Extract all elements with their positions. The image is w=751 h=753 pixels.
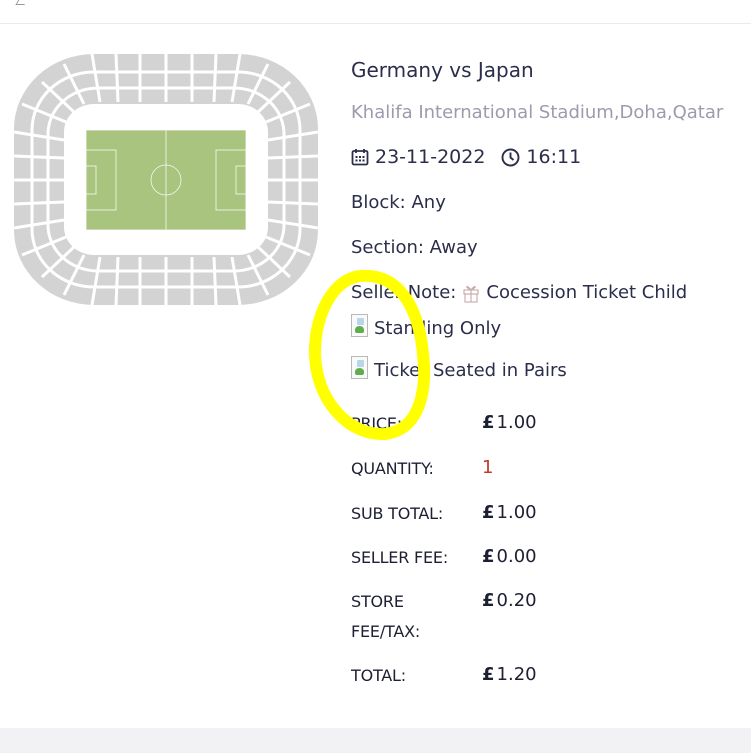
- block-text: Block: Any: [351, 192, 446, 213]
- subtotal-value: £1.00: [482, 502, 537, 523]
- feature-label: Standing Only: [374, 318, 502, 339]
- subtotal-label: SUB TOTAL:: [351, 504, 444, 523]
- currency-symbol: £: [482, 590, 495, 611]
- event-date: 23-11-2022: [375, 146, 486, 168]
- store-fee-value: £0.20: [482, 590, 537, 611]
- stadium-seat-map[interactable]: [12, 52, 320, 307]
- currency-symbol: £: [482, 502, 495, 523]
- seller-fee-label: SELLER FEE:: [351, 548, 449, 567]
- price-amount: 1.00: [496, 412, 537, 433]
- seller-fee-value: £0.00: [482, 546, 537, 567]
- seller-note-label: Seller Note:: [351, 282, 457, 303]
- total-amount: 1.20: [496, 664, 537, 685]
- event-venue: Khalifa International Stadium,Doha,Qatar: [351, 102, 724, 123]
- broken-image-icon: [351, 314, 368, 337]
- broken-image-icon: [351, 356, 368, 379]
- calendar-icon: [351, 149, 369, 166]
- clock-icon: [501, 148, 520, 166]
- breadcrumb-separator-icon: [15, 0, 30, 5]
- currency-symbol: £: [482, 664, 495, 685]
- footer-bar: [0, 728, 751, 753]
- quantity-label: QUANTITY:: [351, 459, 434, 478]
- store-fee-amount: 0.20: [496, 590, 537, 611]
- seller-note-text: Cocession Ticket Child: [486, 282, 688, 303]
- top-bar: [0, 0, 751, 24]
- subtotal-amount: 1.00: [496, 502, 537, 523]
- currency-symbol: £: [482, 546, 495, 567]
- total-label: TOTAL:: [351, 666, 406, 685]
- event-title: Germany vs Japan: [351, 58, 534, 82]
- feature-label: Ticket Seated in Pairs: [374, 360, 567, 381]
- seller-note: Seller Note: Cocession Ticket Child: [351, 282, 687, 303]
- store-fee-label-line2: FEE/TAX:: [351, 622, 421, 641]
- pitch: [85, 129, 247, 231]
- total-value: £1.20: [482, 664, 537, 685]
- event-datetime: 23-11-2022 16:11: [351, 146, 581, 168]
- gift-icon: [463, 285, 479, 303]
- quantity-value: 1: [482, 457, 494, 478]
- price-label: PRICE:: [351, 414, 402, 433]
- seller-fee-amount: 0.00: [496, 546, 537, 567]
- feature-seated-pairs: Ticket Seated in Pairs: [351, 354, 567, 381]
- section-text: Section: Away: [351, 237, 478, 258]
- currency-symbol: £: [482, 412, 495, 433]
- store-fee-label-line1: STORE: [351, 592, 404, 611]
- event-time: 16:11: [526, 146, 582, 168]
- feature-standing-only: Standing Only: [351, 312, 501, 339]
- price-value: £1.00: [482, 412, 537, 433]
